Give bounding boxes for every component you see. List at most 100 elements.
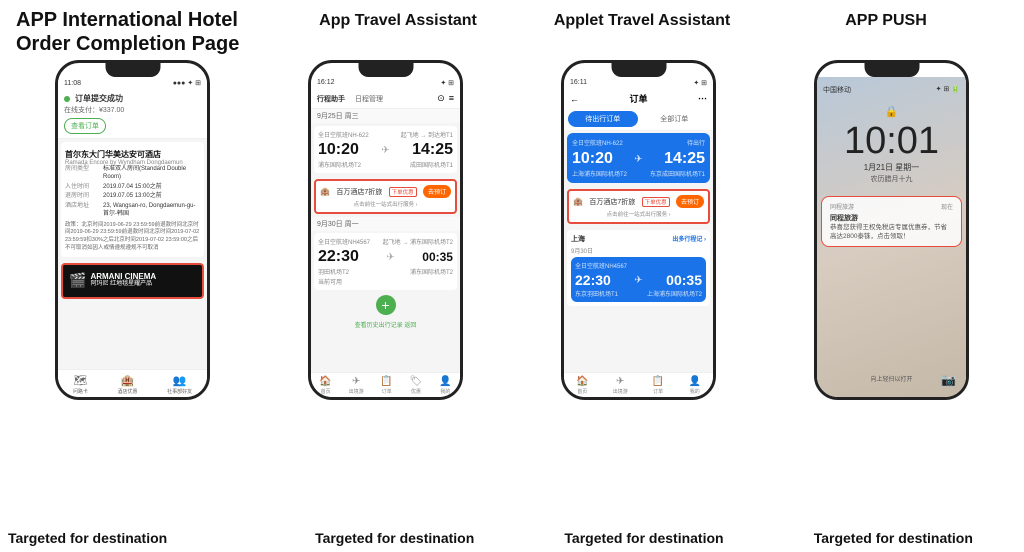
- phone2-flight2-dep-airport: 羽田机场T2: [318, 267, 349, 276]
- home-icon-3: 🏠: [576, 376, 588, 387]
- phone3-nav-me[interactable]: 👤 我的: [688, 376, 700, 395]
- phone3-hotel-highlight[interactable]: 🏨 百万酒店7折旅 下单优惠 去预订 点击前往一站式出行服务 ›: [567, 189, 710, 224]
- phone2-nav-label-4: 优惠: [411, 388, 421, 395]
- phone2-hotel-icon: 🏨: [320, 187, 330, 196]
- phone3-tab2[interactable]: 全部订单: [640, 111, 710, 127]
- phone4-swipe-area: 向上轻扫以打开: [870, 374, 912, 383]
- plane-icon-2: ✈: [386, 252, 394, 263]
- phone2-statusbar: 16:12 ✦ ⊞: [311, 77, 460, 89]
- phone4-notif-body: 恭喜您获得王权免税店专属优惠券，节省高达2800泰铢，点击领取！: [830, 223, 953, 241]
- phone3-notch: [611, 63, 666, 77]
- phone4-camera-icon[interactable]: 📷: [941, 373, 956, 387]
- phone2: 16:12 ✦ ⊞ 行程助手 日程管理 ⊙ ≡ 9月25日 周三: [308, 60, 463, 400]
- hotel-icon: 🏨: [121, 374, 135, 387]
- phone3-flight1-status: 待出行: [687, 138, 705, 147]
- footer-text-1: Targeted for destination: [8, 530, 268, 546]
- phone3-tabs: 待出行订单 全部订单: [564, 108, 713, 130]
- phone1-price: 在线支付：¥337.00: [64, 105, 201, 115]
- phone1-bottom-nav: 🗺 问路卡 🏨 酒店优惠 👥 社事部好友: [58, 369, 207, 397]
- phone1-row3-value: 2019.07.05 13:00之前: [103, 193, 200, 201]
- phone2-flight1-dep-airport: 浦东国际机场T2: [318, 160, 361, 169]
- phone1-nav-item-1[interactable]: 🗺 问路卡: [73, 374, 88, 395]
- phone2-nav-home[interactable]: 🏠 首页: [319, 376, 331, 395]
- phone1-notice: 政策：北京时间2019-06-29 23:59:59前退款时间北京时间2019-…: [65, 222, 200, 253]
- phone3-nav-label-4: 我的: [690, 388, 700, 395]
- phone3-back-icon[interactable]: ←: [570, 94, 579, 104]
- phone3-city-link[interactable]: 出多行程记 ›: [672, 234, 706, 244]
- phone2-nav-me[interactable]: 👤 我的: [439, 376, 451, 395]
- phone1-nav-item-3[interactable]: 👥 社事部好友: [167, 374, 192, 395]
- phone2-nav-offer[interactable]: 🏷 优惠: [410, 376, 423, 395]
- phone2-hotel-name: 百万酒店7折旅: [336, 187, 382, 197]
- phone2-tab1[interactable]: 行程助手: [317, 94, 345, 104]
- home-icon-2: 🏠: [319, 376, 331, 387]
- phone1-row3-label: 退房时间: [65, 193, 103, 201]
- phone2-add-btn[interactable]: +: [376, 295, 396, 315]
- phone3-flight1-arr: 14:25: [664, 150, 705, 168]
- phone4-notification[interactable]: 同程旅游 现在 同程旅游 恭喜您获得王权免税店专属优惠券，节省高达2800泰铢，…: [821, 196, 962, 247]
- phone2-flight2-arr-airport: 浦东国际机场T2: [410, 267, 453, 276]
- phone2-settings-icon[interactable]: ⊙: [437, 93, 445, 104]
- phone2-flight2-no: 全日空航班NH4567: [318, 237, 370, 246]
- phone3-book-btn[interactable]: 去预订: [676, 195, 704, 208]
- phone1-row1-label: 房间类型: [65, 166, 103, 182]
- phone3-flight1-card: 全日空航班NH-622 待出行 10:20 ✈ 14:25 上海浦东国际机场T2…: [567, 133, 710, 183]
- footer-text-3: Targeted for destination: [521, 530, 766, 546]
- travel-icon-3: ✈: [616, 376, 624, 387]
- phone2-tab2[interactable]: 日程管理: [355, 94, 383, 104]
- phone4-notif-close[interactable]: 现在: [941, 202, 953, 211]
- phone3-wrap: 16:11 ✦ ⊞ ← 订单 ⋯ 待出行订单 全部订单 全日空航班NH-622 …: [514, 60, 763, 400]
- plane-icon-1: ✈: [381, 145, 389, 156]
- phone3-nav-home[interactable]: 🏠 首页: [576, 376, 588, 395]
- phone4-notif-title: 同程旅游: [830, 213, 953, 223]
- phone2-history-text[interactable]: 查看历史出行记录 返回: [311, 318, 460, 331]
- phone2-date1: 9月25日 周三: [311, 109, 460, 123]
- order-icon-3: 📋: [652, 376, 664, 387]
- phone3-flight2-dep: 22:30: [575, 272, 611, 288]
- phone1-notch: [105, 63, 160, 77]
- phone4-swipe-text: 向上轻扫以打开: [870, 374, 912, 383]
- phone2-signal: ✦ ⊞: [440, 79, 454, 87]
- phone1-header: 订单提交成功 在线支付：¥337.00 查看订单: [58, 89, 207, 139]
- map-icon: 🗺: [73, 374, 87, 387]
- phone3-nav-label-3: 订单: [653, 388, 663, 395]
- header-left: APP International Hotel Order Completion…: [16, 8, 276, 56]
- phone2-nav-travel[interactable]: ✈ 出境游: [349, 376, 364, 395]
- phone4-lockscreen: 中国移动 ✦ ⊞ 🔋 🔒 10:01 1月21日 星期一 农历腊月十九 同程旅游…: [817, 77, 966, 397]
- phone3-nav-travel[interactable]: ✈ 出境游: [613, 376, 628, 395]
- phone3-flight1-dep: 10:20: [572, 150, 613, 168]
- phone2-flight1-dep-time: 10:20: [318, 141, 359, 159]
- phone2-bottom-nav: 🏠 首页 ✈ 出境游 📋 订单 🏷 优惠: [311, 372, 460, 397]
- phone1-nav-item-2[interactable]: 🏨 酒店优惠: [117, 374, 137, 395]
- phone1-nav-label-3: 社事部好友: [167, 388, 192, 395]
- phone2-book-btn[interactable]: 去预订: [423, 185, 451, 198]
- col2-title: App Travel Assistant: [276, 12, 520, 30]
- phone3-nav-order[interactable]: 📋 订单: [652, 376, 664, 395]
- col4-title: APP PUSH: [764, 12, 1008, 30]
- phone3-header: ← 订单 ⋯: [564, 89, 713, 108]
- phone2-header: 行程助手 日程管理 ⊙ ≡: [311, 89, 460, 109]
- phone2-nav-order[interactable]: 📋 订单: [380, 376, 392, 395]
- phone1-row2-label: 入住时间: [65, 184, 103, 192]
- phone1-view-order-btn[interactable]: 查看订单: [64, 118, 106, 134]
- phone2-notch: [358, 63, 413, 77]
- phone3-hotel-icon: 🏨: [573, 197, 583, 206]
- phone3-tab1[interactable]: 待出行订单: [568, 111, 638, 127]
- phone4-wrap: 中国移动 ✦ ⊞ 🔋 🔒 10:01 1月21日 星期一 农历腊月十九 同程旅游…: [767, 60, 1016, 400]
- phone3-flight1-arr-airport: 东京成田国际机场T1: [650, 169, 705, 178]
- phone4-date: 1月21日 星期一: [864, 162, 920, 173]
- phone1-wrap: 11:08 ●●● ✦ ⊞ 订单提交成功 在线支付：¥337.00 查看订单 首…: [8, 60, 257, 400]
- phone3-more-icon[interactable]: ⋯: [698, 93, 707, 104]
- success-dot: [64, 96, 70, 102]
- phone3-hotel-tag: 下单优惠: [642, 197, 670, 207]
- phone3-hotel-name: 百万酒店7折旅: [589, 197, 635, 207]
- phone2-hotel-highlight[interactable]: 🏨 百万酒店7折旅 下单优惠 去预订 点击前往一站式出行服务 ›: [314, 179, 457, 214]
- phone2-nav-label-1: 首页: [321, 388, 331, 395]
- phone3-city-name: 上海: [571, 234, 585, 244]
- phone1-ad-banner[interactable]: 🎬 ARMANI CINEMA 阿玛尼 红地毯星耀产品: [61, 263, 204, 299]
- phone2-nav-label-5: 我的: [440, 388, 450, 395]
- phone2-menu-icon[interactable]: ≡: [449, 93, 454, 104]
- footer-text-4: Targeted for destination: [771, 530, 1016, 546]
- offer-icon-2: 🏷: [410, 376, 423, 387]
- phone3-nav-label-1: 首页: [577, 388, 587, 395]
